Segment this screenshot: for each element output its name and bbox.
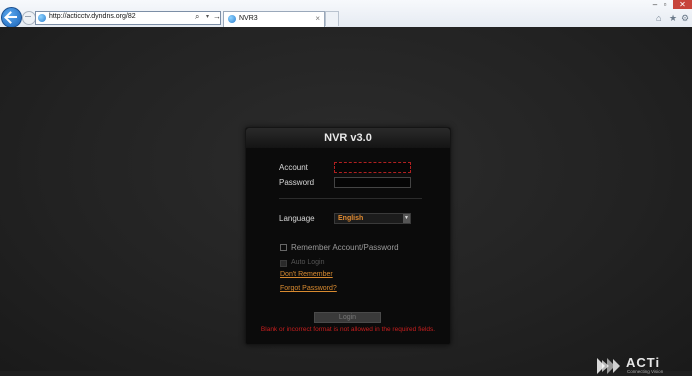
page-background: NVR v3.0 Account Password Language Engli…	[0, 27, 692, 374]
new-tab-button[interactable]	[325, 11, 339, 26]
language-select[interactable]: English ▼	[334, 213, 411, 224]
back-arrow-icon[interactable]	[1, 7, 22, 28]
logo-tagline: Connecting Vision	[627, 369, 664, 374]
password-label: Password	[279, 178, 315, 187]
go-arrow-icon[interactable]: →	[213, 12, 221, 21]
error-message: Blank or incorrect format is not allowed…	[260, 326, 436, 333]
address-dropdown-icon[interactable]: ▾	[206, 13, 209, 20]
language-label: Language	[279, 214, 315, 223]
login-panel: NVR v3.0 Account Password Language Engli…	[245, 127, 451, 345]
favorites-star-icon[interactable]: ★	[669, 13, 677, 24]
login-title: NVR v3.0	[246, 128, 450, 148]
auto-login-label: Auto Login	[291, 259, 325, 266]
tab-close-icon[interactable]: ×	[315, 14, 320, 23]
forward-arrow-icon[interactable]	[22, 11, 36, 25]
browser-toolbar: http://acticctv.dyndns.org/82 ⌕ ▾ → NVR3…	[0, 0, 692, 28]
acti-logo: ACTi Connecting Vision	[596, 355, 676, 376]
tab-title: NVR3	[239, 15, 258, 22]
account-input[interactable]	[334, 162, 411, 173]
page-globe-icon	[38, 14, 46, 22]
remember-label[interactable]: Remember Account/Password	[291, 243, 399, 252]
maximize-icon[interactable]: ▫	[660, 0, 670, 9]
divider	[279, 198, 422, 199]
acti-logo-mark-icon	[597, 358, 620, 374]
tab-globe-icon	[228, 15, 236, 23]
account-label: Account	[279, 163, 308, 172]
auto-login-checkbox	[280, 260, 287, 267]
logo-name: ACTi	[626, 355, 661, 370]
browser-tab[interactable]: NVR3 ×	[223, 11, 325, 27]
remember-checkbox[interactable]	[280, 244, 287, 251]
search-icon[interactable]: ⌕	[195, 12, 199, 22]
language-value: English	[338, 215, 364, 222]
login-button[interactable]: Login	[314, 312, 381, 323]
gear-icon[interactable]: ⚙	[681, 13, 689, 24]
address-url[interactable]: http://acticctv.dyndns.org/82	[49, 13, 136, 20]
forgot-password-link[interactable]: Forgot Password?	[280, 285, 337, 292]
home-icon[interactable]: ⌂	[656, 13, 661, 23]
window-close-icon[interactable]: ✕	[673, 0, 692, 9]
chevron-down-icon[interactable]: ▼	[403, 214, 410, 223]
minimize-icon[interactable]: –	[650, 0, 660, 9]
dont-remember-link[interactable]: Don't Remember	[280, 271, 333, 278]
password-input[interactable]	[334, 177, 411, 188]
address-bar[interactable]: http://acticctv.dyndns.org/82 ⌕ ▾ →	[35, 11, 221, 25]
